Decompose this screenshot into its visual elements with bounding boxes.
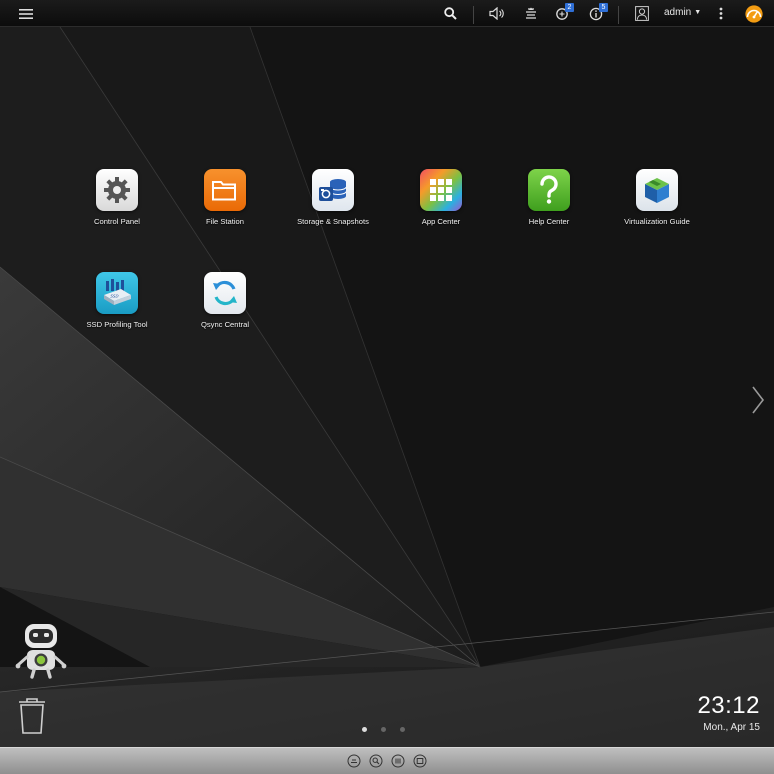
clock-time: 23:12	[697, 692, 760, 719]
user-menu[interactable]: admin ▼	[664, 0, 701, 27]
page-indicator	[362, 727, 405, 732]
page-dot-3[interactable]	[400, 727, 405, 732]
dashboard-gauge-icon	[745, 4, 763, 23]
app-label: Control Panel	[93, 217, 140, 226]
app-grid-icon	[430, 179, 452, 201]
page-dot-1[interactable]	[362, 727, 367, 732]
desktop: Control Panel File Station Storage & Sna…	[0, 27, 774, 747]
app-label: Help Center	[528, 217, 570, 226]
app-file-station[interactable]: File Station	[175, 169, 275, 226]
app-label: Qsync Central	[200, 320, 250, 329]
app-label: App Center	[421, 217, 461, 226]
ssd-drive-icon: SSD	[104, 279, 131, 305]
dock-window-list-button[interactable]	[391, 754, 405, 768]
search-icon	[443, 7, 457, 20]
dock-search-button[interactable]	[369, 754, 383, 768]
app-label: Storage & Snapshots	[297, 217, 369, 226]
more-vertical-icon	[719, 7, 723, 20]
top-bar: 2 5 admin ▼	[0, 0, 774, 27]
app-app-center[interactable]: App Center	[391, 169, 491, 226]
desktop-clock: 23:12 Mon., Apr 15	[697, 692, 760, 733]
more-options-button[interactable]	[712, 0, 730, 27]
chevron-right-icon	[752, 386, 765, 414]
storage-disk-icon	[319, 179, 347, 201]
sync-arrows-icon	[213, 280, 237, 306]
divider	[618, 6, 619, 24]
app-storage-snapshots[interactable]: Storage & Snapshots	[283, 169, 383, 226]
info-count-badge: 5	[599, 3, 608, 12]
caret-down-icon: ▼	[694, 9, 702, 16]
trash-icon	[19, 698, 45, 734]
gear-icon	[104, 177, 130, 203]
username-label: admin	[664, 7, 692, 18]
notification-count-badge: 2	[565, 3, 574, 12]
background-tasks-button[interactable]	[520, 0, 542, 27]
main-menu-button[interactable]	[12, 0, 40, 27]
app-control-panel[interactable]: Control Panel	[67, 169, 167, 226]
taskbar-dock	[0, 747, 774, 774]
robot-assistant-icon	[15, 624, 67, 679]
app-label: Virtualization Guide	[624, 217, 690, 226]
app-help-center[interactable]: Help Center	[499, 169, 599, 226]
recycle-bin[interactable]	[17, 697, 47, 740]
assistant-button[interactable]	[14, 621, 68, 684]
folder-icon	[212, 181, 236, 201]
next-page-button[interactable]	[750, 385, 766, 420]
minimize-windows-icon	[413, 754, 427, 768]
virtualization-cube-icon	[645, 178, 669, 203]
volume-button[interactable]	[486, 0, 508, 27]
question-mark-icon	[540, 175, 558, 204]
show-desktop-icon	[347, 754, 361, 768]
svg-text:SSD: SSD	[110, 294, 119, 299]
clock-date: Mon., Apr 15	[703, 722, 760, 733]
app-virtualization-guide[interactable]: Virtualization Guide	[607, 169, 707, 226]
speaker-icon	[488, 7, 504, 20]
window-list-icon	[391, 754, 405, 768]
dock-minimize-all-button[interactable]	[413, 754, 427, 768]
app-label: SSD Profiling Tool	[86, 320, 148, 329]
wallpaper	[0, 27, 774, 747]
divider	[473, 6, 474, 24]
dock-show-desktop-button[interactable]	[347, 754, 361, 768]
search-button[interactable]	[440, 0, 460, 27]
page-dot-2[interactable]	[381, 727, 386, 732]
app-ssd-profiling-tool[interactable]: SSD SSD Profiling Tool	[67, 272, 167, 329]
app-label: File Station	[206, 217, 244, 226]
dashboard-button[interactable]	[742, 0, 766, 27]
background-tasks-icon	[526, 7, 536, 19]
user-icon	[635, 6, 649, 21]
zoom-icon	[369, 754, 383, 768]
hamburger-icon	[19, 8, 33, 19]
app-qsync-central[interactable]: Qsync Central	[175, 272, 275, 329]
user-button[interactable]	[632, 0, 652, 27]
